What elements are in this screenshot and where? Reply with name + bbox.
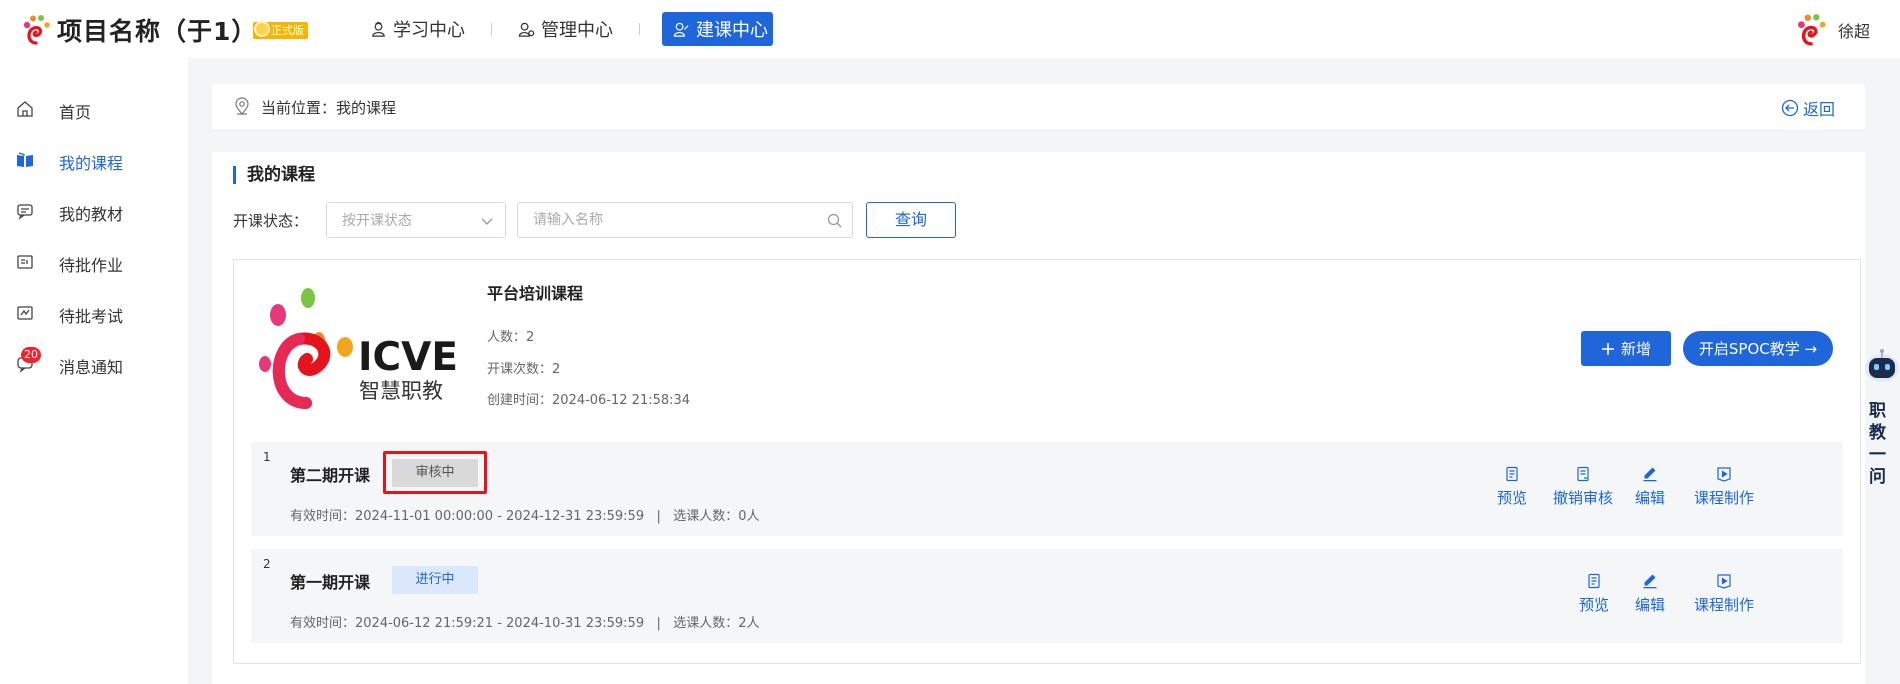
sidebar: 首页 我的课程 我的教材 待批作业 待批考试 20 消息通知 xyxy=(0,58,188,684)
preview-icon xyxy=(1588,573,1600,589)
breadcrumb: 当前位置：我的课程 返回 xyxy=(212,84,1865,129)
assistant-label: 职教一问 xyxy=(1869,401,1886,487)
chevron-down-icon xyxy=(481,218,493,225)
sidebar-item-pending-homework[interactable]: 待批作业 xyxy=(0,247,188,277)
course-production-icon xyxy=(1717,574,1731,589)
sidebar-item-my-courses[interactable]: 我的课程 xyxy=(0,145,188,175)
top-header: 项目名称（于1） 正式版 学习中心 管理中心 建课中心 徐超 xyxy=(0,0,1900,58)
nav-study-center[interactable]: 学习中心 xyxy=(366,12,469,46)
course-created-time: 创建时间：2024-06-12 21:58:34 xyxy=(487,393,691,408)
ai-assistant-widget[interactable]: 职教一问 xyxy=(1857,330,1900,510)
course-people: 人数：2 xyxy=(487,330,535,345)
sidebar-item-my-textbooks[interactable]: 我的教材 xyxy=(0,196,188,226)
location-pin-icon xyxy=(235,97,249,115)
nav-separator xyxy=(491,23,492,35)
edit-pencil-icon xyxy=(1643,574,1657,589)
section-title: 我的课程 xyxy=(233,166,315,184)
session-row: 1 第二期开课 审核中 有效时间：2024-11-01 00:00:00 - 2… xyxy=(251,442,1843,536)
session-name: 第一期开课 xyxy=(290,573,371,592)
project-title: 项目名称（于1） xyxy=(57,17,258,46)
my-courses-panel: 我的课程 开课状态： 按开课状态 查询 ICVE 智慧职教 平台培训课程 人数：… xyxy=(212,152,1865,684)
course-card: ICVE 智慧职教 平台培训课程 人数：2 开课次数：2 创建时间：2024-0… xyxy=(233,259,1861,664)
manage-center-icon xyxy=(518,22,535,37)
study-center-icon xyxy=(372,21,385,37)
preview-button[interactable]: 预览 xyxy=(1497,466,1527,508)
nav-course-build-center[interactable]: 建课中心 xyxy=(662,12,773,46)
search-icon[interactable] xyxy=(827,213,842,228)
sidebar-item-notifications[interactable]: 20 消息通知 xyxy=(0,347,188,379)
nav-manage-center[interactable]: 管理中心 xyxy=(514,12,617,46)
top-nav: 学习中心 管理中心 建课中心 xyxy=(366,12,773,46)
edit-button[interactable]: 编辑 xyxy=(1635,573,1665,615)
status-select[interactable]: 按开课状态 xyxy=(326,202,506,238)
revoke-icon xyxy=(1577,466,1589,482)
nav-separator xyxy=(639,23,640,35)
row-index: 2 xyxy=(263,557,271,571)
edition-badge: 正式版 xyxy=(253,21,308,39)
sidebar-item-pending-exams[interactable]: 待批考试 xyxy=(0,298,188,328)
book-icon xyxy=(17,152,33,167)
edit-pencil-icon xyxy=(1643,467,1657,482)
course-production-button[interactable]: 课程制作 xyxy=(1694,466,1754,508)
back-arrow-icon xyxy=(1781,99,1799,117)
home-icon xyxy=(17,101,33,117)
session-name: 第二期开课 xyxy=(290,466,371,485)
icve-logo-icon xyxy=(23,15,50,45)
cover-text: ICVE xyxy=(358,335,458,380)
notification-count-badge: 20 xyxy=(21,347,41,363)
session-meta: 有效时间：2024-11-01 00:00:00 - 2024-12-31 23… xyxy=(290,509,760,524)
preview-icon xyxy=(1506,466,1518,482)
revoke-review-button[interactable]: 撤销审核 xyxy=(1553,466,1613,508)
name-search-box xyxy=(517,202,853,238)
textbook-icon xyxy=(17,204,33,220)
session-meta: 有效时间：2024-06-12 21:59:21 - 2024-10-31 23… xyxy=(290,616,760,631)
sidebar-item-home[interactable]: 首页 xyxy=(0,94,188,124)
course-cover-image[interactable]: ICVE 智慧职教 xyxy=(251,281,471,409)
exam-icon xyxy=(17,306,33,320)
homework-icon xyxy=(17,255,33,269)
course-build-icon xyxy=(673,22,689,37)
user-menu[interactable]: 徐超 xyxy=(1794,13,1870,47)
medal-icon xyxy=(254,21,270,37)
course-production-button[interactable]: 课程制作 xyxy=(1694,573,1754,615)
highlight-annotation-box xyxy=(383,451,487,494)
preview-button[interactable]: 预览 xyxy=(1579,573,1609,615)
edit-button[interactable]: 编辑 xyxy=(1635,466,1665,508)
name-search-input[interactable] xyxy=(518,203,818,237)
row-index: 1 xyxy=(263,450,271,464)
cover-subtext: 智慧职教 xyxy=(359,379,443,403)
start-spoc-button[interactable]: 开启SPOC教学 → xyxy=(1683,331,1833,366)
query-button[interactable]: 查询 xyxy=(866,202,956,238)
session-row: 2 第一期开课 进行中 有效时间：2024-06-12 21:59:21 - 2… xyxy=(251,549,1843,643)
avatar xyxy=(1798,14,1826,46)
add-session-button[interactable]: 新增 xyxy=(1581,331,1671,366)
course-production-icon xyxy=(1717,467,1731,482)
robot-icon xyxy=(1865,349,1899,382)
status-badge: 进行中 xyxy=(392,566,478,594)
user-name: 徐超 xyxy=(1837,22,1870,41)
course-name[interactable]: 平台培训课程 xyxy=(487,280,583,304)
breadcrumb-location: 当前位置：我的课程 xyxy=(261,99,397,117)
filter-label: 开课状态： xyxy=(233,212,309,230)
course-session-count: 开课次数：2 xyxy=(487,362,561,377)
plus-icon xyxy=(1601,342,1614,355)
back-button[interactable]: 返回 xyxy=(1781,96,1835,120)
